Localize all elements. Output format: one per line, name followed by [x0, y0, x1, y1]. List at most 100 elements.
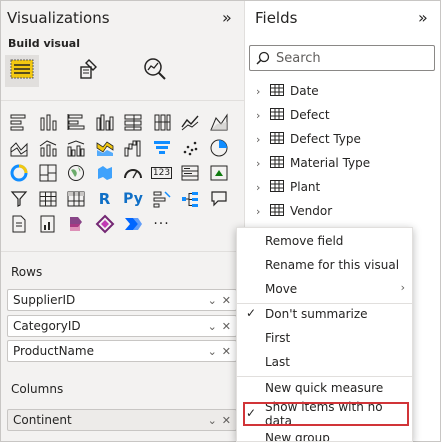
- chevron-right-icon[interactable]: ›: [256, 109, 268, 122]
- close-icon[interactable]: ✕: [222, 414, 231, 427]
- table-icon: [270, 83, 284, 99]
- field-table-row[interactable]: › Date: [256, 81, 319, 101]
- card-icon[interactable]: 123: [150, 162, 173, 184]
- slicer-icon[interactable]: [8, 188, 30, 210]
- field-table-label: Material Type: [290, 156, 371, 170]
- menu-item-label: Don't summarize: [265, 307, 368, 321]
- menu-item-label: Rename for this visual: [265, 258, 400, 272]
- gauge-icon[interactable]: [122, 162, 144, 184]
- collapse-visualizations-button[interactable]: »: [222, 10, 232, 26]
- columns-well-continent[interactable]: Continent ⌄ ✕: [7, 409, 237, 431]
- chevron-right-icon[interactable]: ›: [256, 181, 268, 194]
- power-apps-icon[interactable]: [65, 213, 87, 235]
- waterfall-icon[interactable]: [122, 137, 144, 159]
- rows-label: Rows: [11, 265, 43, 279]
- format-visual-tab[interactable]: [71, 55, 105, 87]
- close-icon[interactable]: ✕: [222, 294, 231, 307]
- chevron-right-icon[interactable]: ›: [256, 133, 268, 146]
- pie-chart-icon[interactable]: [208, 137, 230, 159]
- matrix-icon[interactable]: [65, 188, 87, 210]
- build-visual-icon: [9, 57, 35, 85]
- divider: [1, 251, 244, 252]
- format-visual-icon: [75, 56, 101, 86]
- close-icon[interactable]: ✕: [222, 345, 231, 358]
- menu-item-dont-summarize[interactable]: ✓ Don't summarize: [237, 302, 412, 326]
- smart-narrative-icon[interactable]: [37, 213, 59, 235]
- menu-item-label: Move: [265, 282, 298, 296]
- key-influencers-icon[interactable]: [151, 188, 173, 210]
- menu-item-last[interactable]: Last: [237, 350, 412, 374]
- field-table-row[interactable]: › Vendor: [256, 201, 332, 221]
- menu-item-move[interactable]: Move ›: [237, 277, 412, 301]
- multirow-card-icon[interactable]: [179, 162, 201, 184]
- build-visual-tab[interactable]: [5, 55, 39, 87]
- menu-item-new-group[interactable]: New group: [237, 426, 412, 442]
- fields-title: Fields: [255, 9, 298, 27]
- clustered-column-icon[interactable]: [94, 111, 116, 133]
- chevron-down-icon[interactable]: ⌄: [208, 414, 217, 427]
- menu-item-first[interactable]: First: [237, 326, 412, 350]
- analytics-tab[interactable]: [138, 55, 172, 87]
- more-visuals-icon[interactable]: ···: [151, 213, 173, 235]
- field-table-row[interactable]: › Material Type: [256, 153, 370, 173]
- menu-item-label: New group: [265, 431, 330, 442]
- 100-bar-icon[interactable]: [122, 111, 144, 133]
- table-icon[interactable]: [37, 188, 59, 210]
- arcgis-icon[interactable]: [122, 213, 144, 235]
- stacked-column-icon[interactable]: [37, 111, 59, 133]
- donut-chart-icon[interactable]: [8, 162, 30, 184]
- menu-item-new-quick-measure[interactable]: New quick measure: [237, 376, 412, 400]
- chevron-right-icon[interactable]: ›: [256, 205, 268, 218]
- field-table-label: Defect Type: [290, 132, 361, 146]
- divider: [1, 100, 244, 101]
- search-icon: [256, 51, 270, 65]
- clustered-bar-icon[interactable]: [65, 111, 87, 133]
- rows-well-categoryid[interactable]: CategoryID ⌄ ✕: [7, 315, 237, 337]
- line-clustered-column-icon[interactable]: [65, 137, 87, 159]
- menu-item-remove-field[interactable]: Remove field: [237, 229, 412, 253]
- 100-column-icon[interactable]: [151, 111, 173, 133]
- collapse-fields-button[interactable]: »: [418, 10, 428, 26]
- menu-item-label: First: [265, 331, 291, 345]
- stacked-area-icon[interactable]: [8, 137, 30, 159]
- field-table-row[interactable]: › Plant: [256, 177, 320, 197]
- chevron-down-icon[interactable]: ⌄: [208, 320, 217, 333]
- field-table-row[interactable]: › Defect Type: [256, 129, 361, 149]
- line-column-icon[interactable]: [37, 137, 59, 159]
- rows-well-supplierid[interactable]: SupplierID ⌄ ✕: [7, 289, 237, 311]
- search-input[interactable]: Search: [249, 45, 435, 71]
- table-icon: [270, 179, 284, 195]
- treemap-icon[interactable]: [37, 162, 59, 184]
- chevron-right-icon[interactable]: ›: [256, 85, 268, 98]
- chevron-down-icon[interactable]: ⌄: [208, 294, 217, 307]
- map-icon[interactable]: [65, 162, 87, 184]
- decomposition-tree-icon[interactable]: [179, 188, 201, 210]
- r-visual-icon[interactable]: R: [94, 188, 116, 210]
- menu-item-label: Last: [265, 355, 290, 369]
- chevron-right-icon[interactable]: ›: [256, 157, 268, 170]
- context-menu: Remove field Rename for this visual Move…: [236, 227, 413, 442]
- chevron-down-icon[interactable]: ⌄: [208, 345, 217, 358]
- filled-map-icon[interactable]: [94, 162, 116, 184]
- kpi-icon[interactable]: [208, 162, 230, 184]
- paginated-report-icon[interactable]: [8, 213, 30, 235]
- line-chart-icon[interactable]: [179, 111, 201, 133]
- power-automate-icon[interactable]: [94, 213, 116, 235]
- ribbon-chart-icon[interactable]: [94, 137, 116, 159]
- funnel-icon[interactable]: [151, 137, 173, 159]
- well-field-label: SupplierID: [13, 293, 76, 307]
- columns-label: Columns: [11, 382, 64, 396]
- close-icon[interactable]: ✕: [222, 320, 231, 333]
- python-visual-icon[interactable]: Py: [122, 188, 144, 210]
- field-table-row[interactable]: › Defect: [256, 105, 330, 125]
- stacked-bar-icon[interactable]: [8, 111, 30, 133]
- rows-well-productname[interactable]: ProductName ⌄ ✕: [7, 340, 237, 362]
- scatter-icon[interactable]: [179, 137, 201, 159]
- search-placeholder: Search: [276, 50, 321, 66]
- well-field-label: CategoryID: [13, 319, 81, 333]
- area-chart-icon[interactable]: [208, 111, 230, 133]
- field-table-label: Date: [290, 84, 319, 98]
- qa-icon[interactable]: [208, 188, 230, 210]
- table-icon: [270, 107, 284, 123]
- menu-item-rename[interactable]: Rename for this visual: [237, 253, 412, 277]
